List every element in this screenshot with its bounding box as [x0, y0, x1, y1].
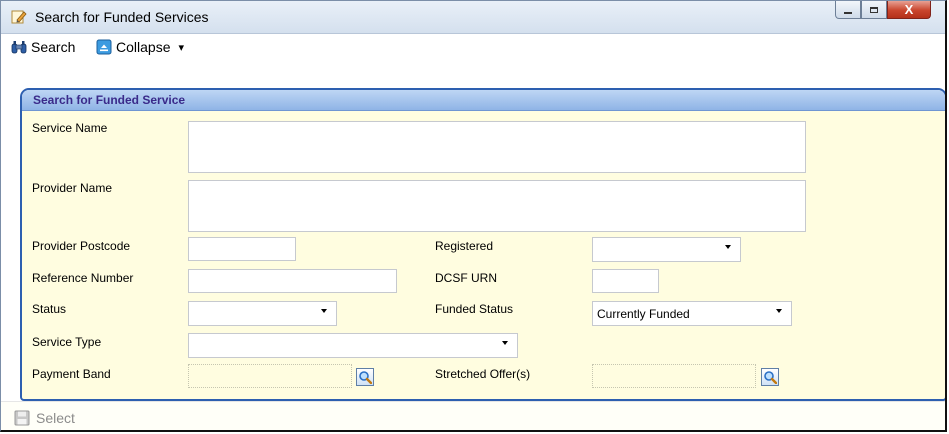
maximize-icon — [870, 6, 878, 13]
registered-label: Registered — [435, 239, 494, 253]
minimize-button[interactable] — [835, 1, 861, 19]
chevron-down-icon[interactable] — [502, 341, 508, 345]
funded-status-value: Currently Funded — [597, 307, 690, 321]
stretched-offers-label: Stretched Offer(s) — [435, 367, 531, 381]
funded-status-select[interactable]: Currently Funded — [592, 301, 792, 326]
minimize-icon — [844, 11, 852, 14]
status-label: Status — [32, 302, 67, 316]
magnifier-icon — [764, 371, 777, 384]
chevron-down-icon[interactable] — [321, 309, 327, 313]
select-label: Select — [36, 410, 75, 426]
save-disk-icon — [14, 410, 30, 426]
collapse-icon — [96, 39, 112, 55]
pencil-note-icon — [11, 9, 27, 25]
dcsf-urn-field[interactable] — [592, 269, 659, 293]
collapse-button[interactable]: Collapse ▾ — [96, 39, 184, 55]
chevron-down-icon[interactable] — [776, 309, 782, 313]
stretched-offers-field — [592, 364, 756, 388]
registered-select[interactable] — [592, 237, 741, 262]
collapse-dropdown-arrow[interactable]: ▾ — [178, 41, 184, 54]
provider-postcode-field[interactable] — [188, 237, 296, 261]
payment-band-field — [188, 364, 352, 388]
reference-number-field[interactable] — [188, 269, 397, 293]
status-select[interactable] — [188, 301, 337, 326]
select-button[interactable]: Select — [14, 410, 75, 426]
window-title: Search for Funded Services — [35, 9, 209, 25]
chevron-down-icon[interactable] — [725, 245, 731, 249]
payment-band-label: Payment Band — [32, 367, 111, 381]
close-button[interactable]: X — [887, 1, 931, 19]
collapse-label: Collapse — [116, 39, 171, 55]
provider-postcode-label: Provider Postcode — [32, 239, 131, 253]
payment-band-lookup-button[interactable] — [356, 368, 374, 386]
service-name-label: Service Name — [32, 121, 108, 135]
provider-name-field[interactable] — [188, 180, 806, 232]
close-icon: X — [904, 2, 914, 17]
panel-title[interactable]: Search for Funded Service — [22, 90, 945, 111]
title-bar[interactable]: Search for Funded Services X — [1, 1, 945, 34]
service-type-select[interactable] — [188, 333, 518, 358]
reference-number-label: Reference Number — [32, 271, 134, 285]
magnifier-icon — [359, 371, 372, 384]
service-name-field[interactable] — [188, 121, 806, 173]
maximize-button[interactable] — [861, 1, 887, 19]
search-label: Search — [31, 39, 76, 55]
provider-name-label: Provider Name — [32, 181, 113, 195]
binoculars-icon — [11, 41, 27, 54]
dcsf-urn-label: DCSF URN — [435, 271, 497, 285]
window: Search for Funded Services X Search Coll… — [0, 0, 947, 432]
toolbar: Search Collapse ▾ — [1, 34, 945, 60]
service-type-label: Service Type — [32, 335, 102, 349]
bottom-toolbar: Select — [1, 401, 945, 430]
window-controls: X — [835, 1, 931, 21]
stretched-offers-lookup-button[interactable] — [761, 368, 779, 386]
search-button[interactable]: Search — [11, 39, 75, 55]
funded-status-label: Funded Status — [435, 302, 514, 316]
